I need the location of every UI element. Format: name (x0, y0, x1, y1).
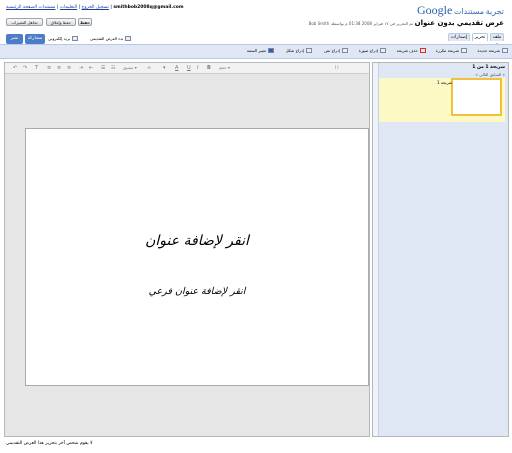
start-presentation-button[interactable]: بدء العرض التقديمي (90, 35, 132, 42)
slide-editor: ↶ ↷ T ≡ ≡ ≡ ⇥ ⇤ ☰ ☷ تنسيق ▾ ∞ ▾ A U I B … (4, 62, 370, 437)
editor-format-toolbar: ↶ ↷ T ≡ ≡ ≡ ⇥ ⇤ ☰ ☷ تنسيق ▾ ∞ ▾ A U I B … (5, 63, 369, 74)
slide-thumb-row[interactable]: شريحة 1 (377, 78, 505, 122)
presentation-icon (125, 36, 132, 41)
slide-thumbnail[interactable] (451, 78, 502, 116)
bold-icon[interactable]: B (207, 65, 211, 71)
indent-icon[interactable]: ⇥ (79, 65, 83, 71)
highlight-icon[interactable]: ▾ (163, 65, 166, 71)
numbered-list-icon[interactable]: ☷ (111, 65, 115, 71)
product-name: مستندات (453, 7, 485, 16)
slide-panel: شريحة 1 من 1 « السابق التالي » شريحة 1 (372, 62, 509, 437)
image-icon (380, 48, 386, 53)
product-beta: تجربة (485, 7, 504, 16)
google-logo: Google (416, 3, 453, 17)
document-title[interactable]: عرض تقديمي بدون عنوان (415, 19, 504, 27)
new-slide-label: شريحة جديدة (477, 48, 500, 53)
envelope-icon (72, 36, 79, 41)
text-color-icon[interactable]: A (175, 65, 178, 71)
align-left-icon[interactable]: ≡ (47, 65, 51, 71)
delete-slide-button[interactable]: حذف شريحة (397, 47, 426, 54)
logo[interactable]: تجربة مستندات Google (417, 3, 504, 18)
discard-changes-button[interactable]: تجاهل التغييرات (6, 18, 43, 26)
new-slide-button[interactable]: شريحة جديدة (477, 47, 508, 54)
align-center-icon[interactable]: ≡ (57, 65, 61, 71)
save-close-button[interactable]: حفظ وإغلاق (46, 18, 76, 26)
underline-icon[interactable]: U (187, 65, 191, 71)
link-icon[interactable]: ∞ (147, 65, 151, 71)
outdent-icon[interactable]: ⇤ (89, 65, 93, 71)
help-link[interactable]: التعليمات (60, 5, 77, 10)
redo-icon[interactable]: ↷ (23, 65, 27, 71)
menu-edit[interactable]: تحرير (472, 33, 488, 41)
start-presentation-label: بدء العرض التقديمي (90, 36, 124, 41)
top-links: تسجيل الخروج | التعليمات | مستندات الصفح… (6, 5, 184, 10)
edit-info: تم التحرير في ١٧ فبراير 2008 01:38 م بوا… (330, 21, 414, 26)
slide-thumb-label: شريحة 1 (437, 80, 453, 85)
insert-image-button[interactable]: إدراج صورة (359, 47, 386, 54)
sign-out-link[interactable]: تسجيل الخروج (81, 5, 108, 10)
text-icon (342, 48, 348, 53)
delete-label: حذف شريحة (396, 48, 418, 53)
slide-canvas[interactable]: انقر لإضافة عنوان انقر لإضافة عنوان فرعي (25, 128, 369, 386)
publish-button[interactable]: نشر (6, 34, 23, 44)
align-right-icon[interactable]: ≡ (67, 65, 71, 71)
change-theme-button[interactable]: تغيير السمة (247, 47, 274, 54)
theme-icon (268, 48, 274, 53)
title-placeholder[interactable]: انقر لإضافة عنوان (26, 233, 368, 249)
editor-name: Bob Smith (308, 21, 330, 26)
insert-text-label: إدراج نص (324, 48, 340, 53)
bullet-list-icon[interactable]: ☰ (101, 65, 105, 71)
size-dropdown[interactable]: حجم ▾ (219, 65, 230, 70)
new-slide-icon (502, 48, 508, 53)
menu-revisions[interactable]: إصدارات (448, 33, 470, 41)
insert-text-button[interactable]: إدراج نص (324, 47, 348, 54)
italic-icon[interactable]: I (197, 65, 198, 71)
prev-link[interactable]: « السابق (490, 72, 505, 77)
menu-file[interactable]: ملف ▾ (490, 33, 504, 48)
share-button[interactable]: مشاركة (25, 34, 45, 44)
next-link[interactable]: التالي » (475, 72, 488, 77)
clear-format-icon[interactable]: T (35, 65, 38, 71)
docs-home-link[interactable]: مستندات الصفحة الرئيسية (6, 5, 55, 10)
doc-header: عرض تقديمي بدون عنوان تم التحرير في ١٧ ف… (309, 19, 504, 27)
style-dropdown[interactable]: تنسيق ▾ (123, 65, 137, 70)
insert-shape-label: إدراج شكل (285, 48, 304, 53)
subtitle-placeholder[interactable]: انقر لإضافة عنوان فرعي (26, 286, 368, 297)
account-email: smithbob2008q@gmail.com (113, 5, 184, 10)
slide-nav: « السابق التالي » (475, 72, 505, 77)
email-button[interactable]: بريد إلكتروني (48, 35, 79, 42)
status-text: لا يقوم شخص آخر بتحرير هذا العرض التقديم… (6, 441, 93, 446)
delete-icon (420, 48, 426, 53)
undo-icon[interactable]: ↶ (13, 65, 17, 71)
save-button[interactable]: حفظ (78, 18, 92, 26)
font-dropdown[interactable]: أ أ (335, 65, 339, 70)
change-theme-label: تغيير السمة (246, 48, 266, 53)
email-label: بريد إلكتروني (48, 36, 71, 41)
duplicate-icon (461, 48, 467, 53)
insert-image-label: إدراج صورة (358, 48, 378, 53)
duplicate-label: شريحة مكررة (435, 48, 459, 53)
insert-shape-button[interactable]: إدراج شكل (286, 47, 312, 54)
duplicate-slide-button[interactable]: شريحة مكررة (436, 47, 467, 54)
panel-scrollbar[interactable] (373, 63, 379, 436)
shape-icon (306, 48, 312, 53)
slide-count: شريحة 1 من 1 (472, 65, 505, 70)
